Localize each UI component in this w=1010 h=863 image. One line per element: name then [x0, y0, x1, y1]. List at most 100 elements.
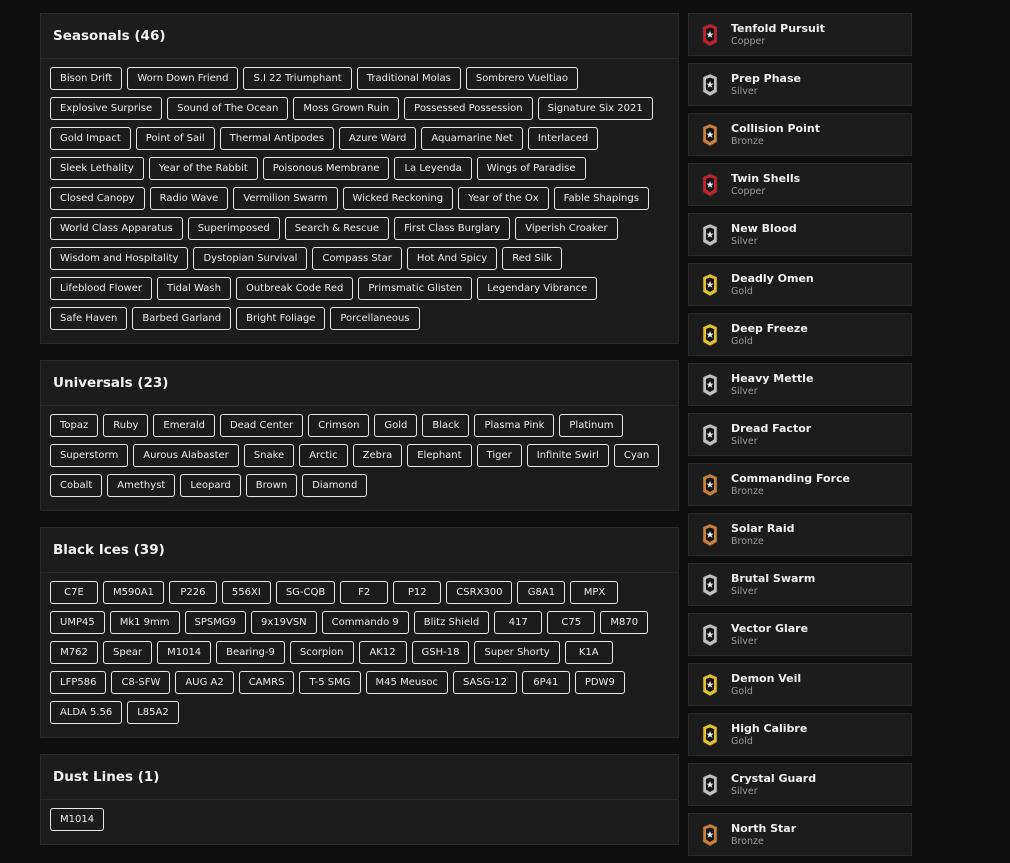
tag-chip[interactable]: S.I 22 Triumphant [243, 67, 352, 90]
tag-chip[interactable]: Dead Center [219, 414, 304, 437]
tag-chip[interactable]: Viperish Croaker [515, 217, 618, 240]
charm-item[interactable]: Brutal Swarm Silver [688, 563, 912, 606]
tag-chip[interactable]: Signature Six 2021 [537, 97, 653, 120]
tag-chip[interactable]: First Class Burglary [394, 217, 511, 240]
tag-chip[interactable]: Aurous Alabaster [133, 444, 239, 467]
tag-chip[interactable]: Red Silk [502, 247, 563, 270]
charm-item[interactable]: Solar Raid Bronze [688, 513, 912, 556]
tag-chip[interactable]: Lifeblood Flower [50, 277, 153, 300]
tag-chip[interactable]: Closed Canopy [50, 187, 145, 210]
tag-chip[interactable]: Search & Rescue [284, 217, 390, 240]
tag-chip[interactable]: Ruby [103, 414, 149, 437]
tag-chip[interactable]: CSRX300 [446, 581, 513, 604]
tag-chip[interactable]: Cyan [613, 444, 660, 467]
tag-chip[interactable]: M1014 [50, 808, 105, 831]
tag-chip[interactable]: Aquamarine Net [421, 127, 523, 150]
tag-chip[interactable]: Compass Star [312, 247, 402, 270]
tag-chip[interactable]: Leopard [180, 474, 241, 497]
tag-chip[interactable]: Spear [103, 641, 153, 664]
tag-chip[interactable]: 9x19VSN [250, 611, 317, 634]
tag-chip[interactable]: M870 [600, 611, 649, 634]
tag-chip[interactable]: Elephant [407, 444, 472, 467]
charm-item[interactable]: Twin Shells Copper [688, 163, 912, 206]
tag-chip[interactable]: Point of Sail [135, 127, 215, 150]
tag-chip[interactable]: Infinite Swirl [526, 444, 609, 467]
tag-chip[interactable]: Interlaced [527, 127, 599, 150]
tag-chip[interactable]: World Class Apparatus [50, 217, 183, 240]
tag-chip[interactable]: Wisdom and Hospitality [50, 247, 189, 270]
tag-chip[interactable]: Gold Impact [50, 127, 131, 150]
tag-chip[interactable]: ALDA 5.56 [50, 701, 123, 724]
charm-item[interactable]: Dread Factor Silver [688, 413, 912, 456]
tag-chip[interactable]: Azure Ward [339, 127, 417, 150]
tag-chip[interactable]: M1014 [157, 641, 212, 664]
tag-chip[interactable]: Zebra [352, 444, 403, 467]
tag-chip[interactable]: F2 [340, 581, 389, 604]
tag-chip[interactable]: 417 [494, 611, 543, 634]
tag-chip[interactable]: Worn Down Friend [127, 67, 239, 90]
tag-chip[interactable]: Safe Haven [50, 307, 128, 330]
tag-chip[interactable]: Legendary Vibrance [477, 277, 598, 300]
tag-chip[interactable]: L85A2 [127, 701, 179, 724]
tag-chip[interactable]: Blitz Shield [413, 611, 490, 634]
tag-chip[interactable]: Radio Wave [149, 187, 229, 210]
tag-chip[interactable]: GSH-18 [411, 641, 470, 664]
tag-chip[interactable]: Emerald [153, 414, 215, 437]
tag-chip[interactable]: SASG-12 [453, 671, 517, 694]
tag-chip[interactable]: Primsmatic Glisten [358, 277, 473, 300]
tag-chip[interactable]: K1A [564, 641, 613, 664]
tag-chip[interactable]: Fable Shapings [553, 187, 649, 210]
tag-chip[interactable]: Bison Drift [50, 67, 123, 90]
tag-chip[interactable]: Arctic [299, 444, 348, 467]
charm-item[interactable]: Collision Point Bronze [688, 113, 912, 156]
tag-chip[interactable]: Super Shorty [474, 641, 560, 664]
charm-item[interactable]: Demon Veil Gold [688, 663, 912, 706]
tag-chip[interactable]: Bearing-9 [216, 641, 285, 664]
tag-chip[interactable]: Porcellaneous [330, 307, 420, 330]
tag-chip[interactable]: G8A1 [517, 581, 566, 604]
tag-chip[interactable]: Snake [243, 444, 295, 467]
tag-chip[interactable]: Tidal Wash [157, 277, 231, 300]
tag-chip[interactable]: Superstorm [50, 444, 129, 467]
tag-chip[interactable]: M762 [50, 641, 98, 664]
tag-chip[interactable]: C7E [50, 581, 98, 604]
charm-item[interactable]: High Calibre Gold [688, 713, 912, 756]
charm-item[interactable]: Tenfold Pursuit Copper [688, 13, 912, 56]
tag-chip[interactable]: 556XI [221, 581, 271, 604]
tag-chip[interactable]: MPX [570, 581, 619, 604]
tag-chip[interactable]: Gold [374, 414, 418, 437]
tag-chip[interactable]: 6P41 [521, 671, 570, 694]
tag-chip[interactable]: Wicked Reckoning [342, 187, 454, 210]
tag-chip[interactable]: Bright Foliage [236, 307, 326, 330]
tag-chip[interactable]: Thermal Antipodes [219, 127, 335, 150]
tag-chip[interactable]: Poisonous Membrane [262, 157, 390, 180]
tag-chip[interactable]: Mk1 9mm [109, 611, 180, 634]
tag-chip[interactable]: Diamond [302, 474, 368, 497]
tag-chip[interactable]: UMP45 [50, 611, 105, 634]
tag-chip[interactable]: Brown [245, 474, 298, 497]
tag-chip[interactable]: CAMRS [238, 671, 295, 694]
tag-chip[interactable]: Explosive Surprise [50, 97, 163, 120]
tag-chip[interactable]: Sombrero Vueltiao [465, 67, 579, 90]
charm-item[interactable]: Crystal Guard Silver [688, 763, 912, 806]
tag-chip[interactable]: PDW9 [574, 671, 625, 694]
tag-chip[interactable]: LFP586 [50, 671, 107, 694]
tag-chip[interactable]: Sleek Lethality [50, 157, 144, 180]
tag-chip[interactable]: Superimposed [187, 217, 280, 240]
tag-chip[interactable]: Possessed Possession [404, 97, 533, 120]
tag-chip[interactable]: Wings of Paradise [476, 157, 586, 180]
tag-chip[interactable]: Cobalt [50, 474, 103, 497]
tag-chip[interactable]: AUG A2 [175, 671, 234, 694]
tag-chip[interactable]: Traditional Molas [356, 67, 461, 90]
tag-chip[interactable]: T-5 SMG [299, 671, 361, 694]
tag-chip[interactable]: C75 [547, 611, 596, 634]
tag-chip[interactable]: Outbreak Code Red [235, 277, 354, 300]
tag-chip[interactable]: SG-CQB [275, 581, 336, 604]
tag-chip[interactable]: La Leyenda [394, 157, 472, 180]
tag-chip[interactable]: Dystopian Survival [193, 247, 308, 270]
tag-chip[interactable]: M45 Meusoc [365, 671, 449, 694]
tag-chip[interactable]: Moss Grown Ruin [293, 97, 400, 120]
charm-item[interactable]: Vector Glare Silver [688, 613, 912, 656]
tag-chip[interactable]: Year of the Ox [458, 187, 549, 210]
tag-chip[interactable]: Platinum [559, 414, 624, 437]
